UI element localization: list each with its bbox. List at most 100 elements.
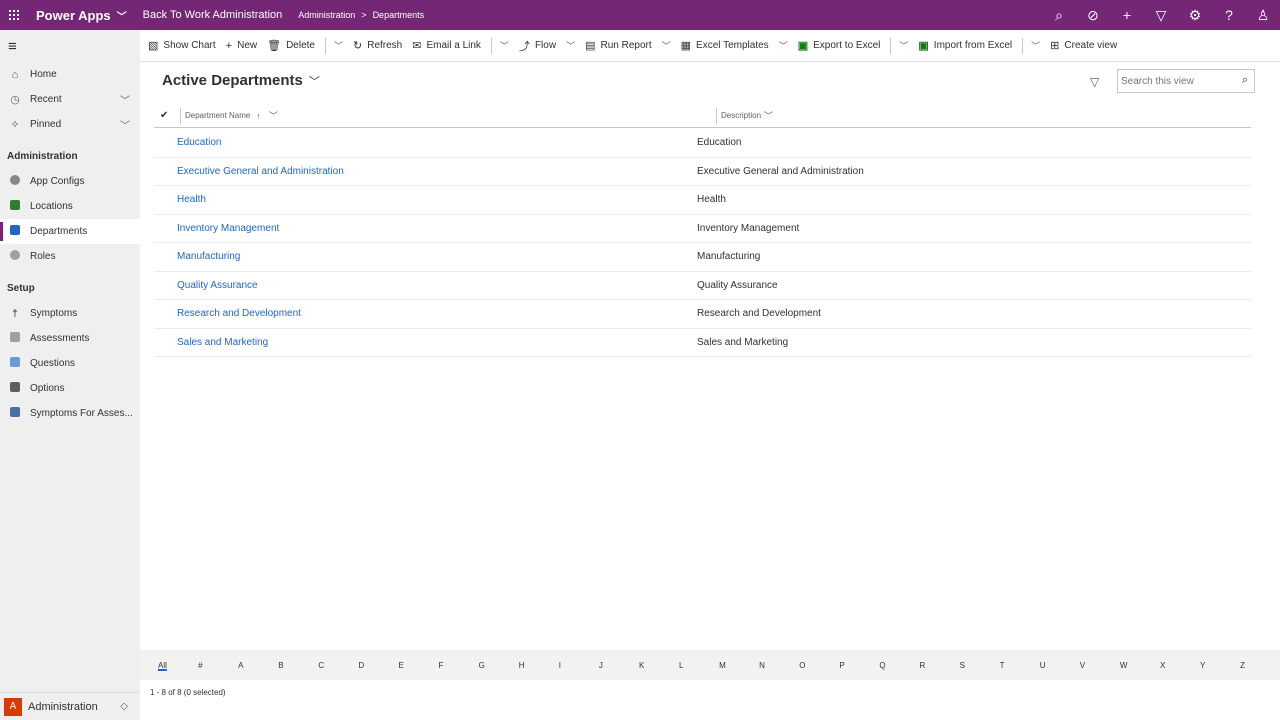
run-report-button[interactable]: ▤ Run Report [585, 39, 652, 52]
create-view-button[interactable]: ⊞ Create view [1050, 39, 1117, 52]
department-name-link[interactable]: Sales and Marketing [154, 337, 694, 348]
jump-letter[interactable]: E [398, 661, 438, 670]
view-title: Active Departments [162, 72, 303, 89]
sidebar-item-roles[interactable]: Roles [0, 244, 140, 269]
chevron-down-icon[interactable]: ﹀ [334, 39, 343, 52]
jump-letter[interactable]: P [839, 661, 879, 670]
search-icon[interactable]: ⌕ [1242, 74, 1248, 87]
gear-icon[interactable]: ⚙ [1178, 7, 1212, 24]
jump-letter[interactable]: S [960, 661, 1000, 670]
select-all-checkbox[interactable]: ✔ [160, 110, 170, 121]
user-icon[interactable]: ♙ [1246, 7, 1280, 24]
chevron-down-icon[interactable]: ﹀ [764, 109, 773, 122]
jump-letter[interactable]: X [1160, 661, 1200, 670]
jump-letter[interactable]: # [198, 661, 238, 670]
department-name-link[interactable]: Manufacturing [154, 251, 694, 262]
jump-letter-all[interactable]: All [158, 661, 198, 670]
table-row[interactable]: Inventory Management Inventory Managemen… [154, 215, 1251, 243]
delete-button[interactable]: 🗑 Delete [267, 39, 315, 52]
department-name-link[interactable]: Inventory Management [154, 223, 694, 234]
table-row[interactable]: Education Education [154, 129, 1251, 158]
jump-letter[interactable]: O [799, 661, 839, 670]
search-input[interactable] [1121, 75, 1231, 87]
jump-letter[interactable]: Z [1240, 661, 1280, 670]
chevron-down-icon[interactable]: ﹀ [500, 39, 509, 52]
help-icon[interactable]: ? [1212, 7, 1246, 23]
sidebar-item-label: Departments [30, 226, 88, 237]
brand-menu[interactable]: Power Apps ﹀ [36, 8, 127, 23]
jump-letter[interactable]: I [559, 661, 599, 670]
sidebar-item-departments[interactable]: Departments [0, 219, 140, 244]
column-header-description[interactable]: Description ﹀ [716, 107, 773, 124]
filter-icon[interactable]: ▽ [1144, 7, 1178, 24]
table-row[interactable]: Research and Development Research and De… [154, 300, 1251, 329]
breadcrumb-item[interactable]: Administration [298, 10, 355, 20]
jump-letter[interactable]: Y [1200, 661, 1240, 670]
export-excel-button[interactable]: ▣ Export to Excel [798, 39, 881, 52]
sidebar-item-options[interactable]: Options [0, 376, 140, 401]
department-name-link[interactable]: Executive General and Administration [154, 166, 694, 177]
view-selector[interactable]: Active Departments ﹀ [162, 72, 320, 89]
sidebar-item-questions[interactable]: Questions [0, 351, 140, 376]
sidebar-item-app-configs[interactable]: App Configs [0, 169, 140, 194]
jump-letter[interactable]: Q [879, 661, 919, 670]
chevron-down-icon[interactable]: ﹀ [1031, 39, 1040, 52]
flow-button[interactable]: ⤴ Flow [519, 38, 556, 54]
jump-letter[interactable]: G [479, 661, 519, 670]
sidebar-item-pinned[interactable]: ✧ Pinned ﹀ [0, 112, 140, 137]
jump-letter[interactable]: V [1080, 661, 1120, 670]
refresh-button[interactable]: ↻ Refresh [353, 39, 402, 52]
sidebar-item-home[interactable]: ⌂ Home [0, 62, 140, 87]
jump-letter[interactable]: H [519, 661, 559, 670]
app-launcher-icon[interactable] [0, 0, 28, 30]
sidebar-item-locations[interactable]: Locations [0, 194, 140, 219]
jump-letter[interactable]: T [1000, 661, 1040, 670]
show-chart-button[interactable]: ▧ Show Chart [148, 39, 216, 52]
department-name-link[interactable]: Research and Development [154, 308, 694, 319]
jump-letter[interactable]: R [919, 661, 959, 670]
chevron-down-icon[interactable]: ﹀ [120, 117, 130, 132]
department-name-link[interactable]: Education [154, 137, 694, 148]
column-header-department-name[interactable]: Department Name ↑ ﹀ [180, 107, 716, 124]
excel-templates-button[interactable]: ▦ Excel Templates [681, 39, 769, 52]
table-row[interactable]: Health Health [154, 186, 1251, 215]
assistant-icon[interactable]: ⊘ [1076, 7, 1110, 24]
table-row[interactable]: Executive General and Administration Exe… [154, 158, 1251, 186]
sidebar-item-assessments[interactable]: Assessments [0, 326, 140, 351]
chevron-down-icon[interactable]: ﹀ [662, 39, 671, 52]
jump-letter[interactable]: N [759, 661, 799, 670]
jump-letter[interactable]: K [639, 661, 679, 670]
jump-letter[interactable]: L [679, 661, 719, 670]
jump-letter[interactable]: B [278, 661, 318, 670]
sidebar-item-symptoms-for-assessments[interactable]: Symptoms For Asses... [0, 401, 140, 426]
chevron-down-icon[interactable]: ﹀ [899, 39, 908, 52]
department-name-link[interactable]: Quality Assurance [154, 280, 694, 291]
jump-letter[interactable]: C [318, 661, 358, 670]
new-button[interactable]: + New [226, 40, 257, 52]
chevron-down-icon[interactable]: ﹀ [269, 109, 278, 122]
department-name-link[interactable]: Health [154, 194, 694, 205]
table-row[interactable]: Manufacturing Manufacturing [154, 243, 1251, 272]
email-link-button[interactable]: ✉ Email a Link [412, 39, 481, 52]
table-row[interactable]: Sales and Marketing Sales and Marketing [154, 329, 1251, 357]
jump-letter[interactable]: A [238, 661, 278, 670]
jump-letter[interactable]: W [1120, 661, 1160, 670]
hamburger-icon[interactable]: ≡ [0, 30, 140, 62]
import-excel-button[interactable]: ▣ Import from Excel [918, 39, 1012, 52]
sidebar-item-recent[interactable]: ◷ Recent ﹀ [0, 87, 140, 112]
jump-letter[interactable]: M [719, 661, 759, 670]
chevron-down-icon[interactable]: ﹀ [779, 39, 788, 52]
jump-letter[interactable]: F [439, 661, 479, 670]
jump-letter[interactable]: D [358, 661, 398, 670]
jump-letter[interactable]: J [599, 661, 639, 670]
jump-letter[interactable]: U [1040, 661, 1080, 670]
sidebar-item-symptoms[interactable]: ☨ Symptoms [0, 301, 140, 326]
chevron-down-icon[interactable]: ﹀ [566, 39, 575, 52]
area-switcher[interactable]: A Administration ◇ [0, 692, 140, 720]
table-row[interactable]: Quality Assurance Quality Assurance [154, 272, 1251, 300]
chevron-down-icon[interactable]: ﹀ [120, 92, 130, 107]
filter-icon[interactable]: ▽ [1090, 75, 1099, 89]
plus-icon[interactable]: + [1110, 7, 1144, 23]
search-icon[interactable]: ⌕ [1042, 7, 1076, 24]
app-name[interactable]: Back To Work Administration [143, 9, 283, 21]
